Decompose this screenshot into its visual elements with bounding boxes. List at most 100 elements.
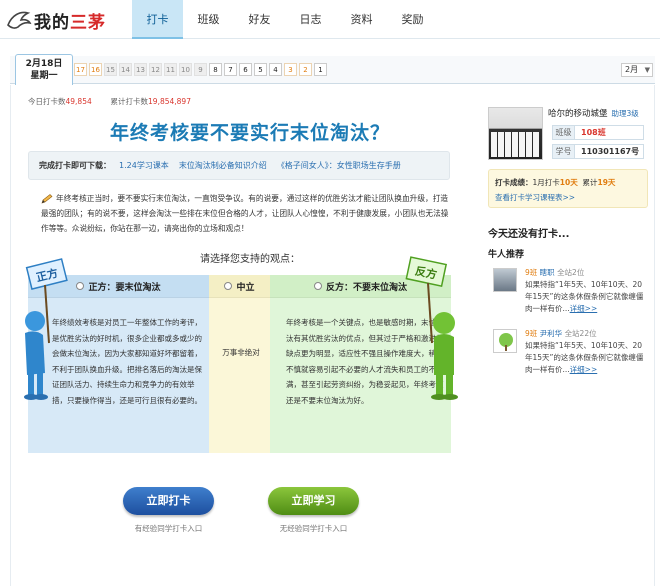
nav-profile[interactable]: 资料	[336, 0, 387, 39]
top-bar: 我的三茅 打卡 班级 好友 日志 资料 奖励	[0, 0, 660, 39]
recommend-text: 9班 尹利华 全站22位 如果特指“1年5天、10年10天、20年15天”的这条休…	[525, 328, 645, 376]
day-12[interactable]: 12	[149, 63, 162, 76]
rec-more-link[interactable]: 详细>>	[570, 304, 598, 313]
neutral-title: 中立	[236, 282, 255, 293]
list-item: 9班 尹利华 全站22位 如果特指“1年5天、10年10天、20年15天”的这条休…	[488, 326, 648, 386]
total-value: 19天	[597, 178, 616, 187]
day-16[interactable]: 16	[89, 63, 102, 76]
study-button[interactable]: 立即学习	[268, 487, 359, 515]
user-name-row: 哈尔的移动城堡 助理3级	[548, 107, 639, 119]
today-count-value: 49,854	[65, 97, 92, 106]
student-id-value: 110301167号	[581, 147, 640, 156]
rec-more-link[interactable]: 详细>>	[570, 365, 598, 374]
today-status: 今天还没有打卡...	[488, 229, 570, 240]
day-11[interactable]: 11	[164, 63, 177, 76]
user-name[interactable]: 哈尔的移动城堡	[548, 109, 608, 119]
month-value: 10天	[559, 178, 578, 187]
download-label: 完成打卡即可下载：	[39, 161, 111, 170]
total-count-label: 累计打卡数	[110, 97, 149, 106]
current-date: 2月18日	[25, 59, 63, 69]
neutral-column: 中立 万事非绝对	[209, 275, 270, 453]
neutral-radio[interactable]	[224, 282, 233, 290]
day-15[interactable]: 15	[104, 63, 117, 76]
study-hint: 无经验同学打卡入口	[279, 524, 348, 533]
recommend-title: 牛人推荐	[488, 250, 525, 260]
day-1[interactable]: 1	[314, 63, 327, 76]
avatar[interactable]	[493, 329, 517, 353]
download-link-handbook[interactable]: 《格子间女人》：女性职场生存手册	[277, 160, 401, 171]
day-8[interactable]: 8	[209, 63, 222, 76]
day-14[interactable]: 14	[119, 63, 132, 76]
avatar[interactable]	[493, 268, 517, 292]
nav-checkin[interactable]: 打卡	[132, 0, 183, 39]
score-label: 打卡成绩：	[495, 178, 533, 187]
day-2[interactable]: 2	[299, 63, 312, 76]
debate-panel: 正方：要末位淘汰 年终绩效考核是对员工一年整体工作的考评，是优胜劣汰的好时机，很…	[28, 275, 464, 453]
negative-title: 反方：不要末位淘汰	[325, 282, 407, 293]
chevron-down-icon: ▼	[644, 66, 650, 74]
pencil-icon	[41, 194, 53, 204]
page-title: 年终考核要不要实行末位淘汰？	[109, 122, 390, 144]
main-nav: 打卡 班级 好友 日志 资料 奖励	[132, 0, 438, 39]
rec-name[interactable]: 瞎职	[540, 268, 555, 277]
nav-journal[interactable]: 日志	[285, 0, 336, 39]
download-bar: 完成打卡即可下载： 1.24学习课本 末位淘汰制必备知识介绍 《格子间女人》：女…	[28, 151, 450, 180]
current-weekday: 星期一	[30, 71, 58, 81]
today-count-label: 今日打卡数	[28, 97, 66, 106]
tree-icon	[499, 333, 513, 351]
avatar[interactable]	[488, 107, 543, 160]
blue-figure-icon: 正方	[24, 258, 68, 400]
day-4[interactable]: 4	[269, 63, 282, 76]
download-link-knowledge[interactable]: 末位淘汰制必备知识介绍	[179, 160, 267, 171]
neutral-option[interactable]: 中立	[209, 275, 270, 298]
class-key: 班级	[553, 126, 575, 139]
affirmative-radio[interactable]	[76, 282, 85, 290]
student-id-row: 学号 110301167号	[552, 144, 644, 159]
date-bar: 2月18日 星期一 17 16 15 14 13 12 11 10 9 8 7 6 5 4 3 2 1 2月 ▼	[10, 54, 655, 85]
day-10[interactable]: 10	[179, 63, 192, 76]
month-select[interactable]: 2月 ▼	[621, 63, 653, 77]
checkin-stats: 今日打卡数49,854 累计打卡数19,854,897	[28, 96, 191, 107]
nav-friends[interactable]: 好友	[234, 0, 285, 39]
day-3[interactable]: 3	[284, 63, 297, 76]
green-figure-icon: 反方	[405, 256, 458, 400]
day-13[interactable]: 13	[134, 63, 147, 76]
piano-image	[491, 132, 540, 157]
class-row: 班级 108班	[552, 125, 644, 140]
checkin-hint: 有经验同学打卡入口	[134, 524, 203, 533]
day-5[interactable]: 5	[254, 63, 267, 76]
rec-rank: 全站2位	[557, 268, 585, 277]
score-box: 打卡成绩：1月打卡10天 累计19天 查看打卡学习课程表>>	[488, 169, 648, 208]
day-9[interactable]: 9	[194, 63, 207, 76]
student-id-key: 学号	[553, 145, 575, 158]
rec-name[interactable]: 尹利华	[540, 329, 563, 338]
list-item: 9班 瞎职 全站2位 如果特指“1年5天、10年10天、20年15天”的这条休假条…	[488, 265, 648, 325]
user-level[interactable]: 助理3级	[612, 109, 639, 118]
download-link-textbook[interactable]: 1.24学习课本	[119, 160, 169, 171]
month-select-value: 2月	[625, 65, 639, 74]
current-date-tab[interactable]: 2月18日 星期一	[15, 54, 73, 85]
main-content: 今日打卡数49,854 累计打卡数19,854,897 年终考核要不要实行末位淘…	[10, 85, 655, 586]
total-count-value: 19,854,897	[148, 97, 191, 106]
rec-class: 9班	[525, 268, 538, 277]
month-label: 1月打卡	[532, 178, 560, 187]
class-value: 108班	[581, 128, 606, 137]
rec-class: 9班	[525, 329, 538, 338]
day-7[interactable]: 7	[224, 63, 237, 76]
affirmative-text: 年终绩效考核是对员工一年整体工作的考评，是优胜劣汰的好时机，很多企业都或多或少的…	[52, 318, 202, 405]
total-label: 累计	[582, 178, 598, 187]
intro-text: 年终考核正当时，要不要实行末位淘汰，一直饱受争议。有的说要，通过这样的优胜劣汰才…	[41, 191, 451, 236]
schedule-link[interactable]: 查看打卡学习课程表>>	[495, 190, 641, 205]
logo-bird-icon	[7, 11, 32, 29]
logo[interactable]: 我的三茅	[6, 8, 106, 33]
day-6[interactable]: 6	[239, 63, 252, 76]
checkin-button[interactable]: 立即打卡	[123, 487, 214, 515]
rec-rank: 全站22位	[564, 329, 597, 338]
day-17[interactable]: 17	[74, 63, 87, 76]
affirmative-title: 正方：要末位淘汰	[88, 282, 161, 293]
nav-class[interactable]: 班级	[183, 0, 234, 39]
nav-rewards[interactable]: 奖励	[387, 0, 438, 39]
logo-text: 我的三茅	[34, 12, 106, 33]
intro-body: 年终考核正当时，要不要实行末位淘汰，一直饱受争议。有的说要，通过这样的优胜劣汰才…	[41, 194, 449, 233]
negative-radio[interactable]	[313, 282, 322, 290]
